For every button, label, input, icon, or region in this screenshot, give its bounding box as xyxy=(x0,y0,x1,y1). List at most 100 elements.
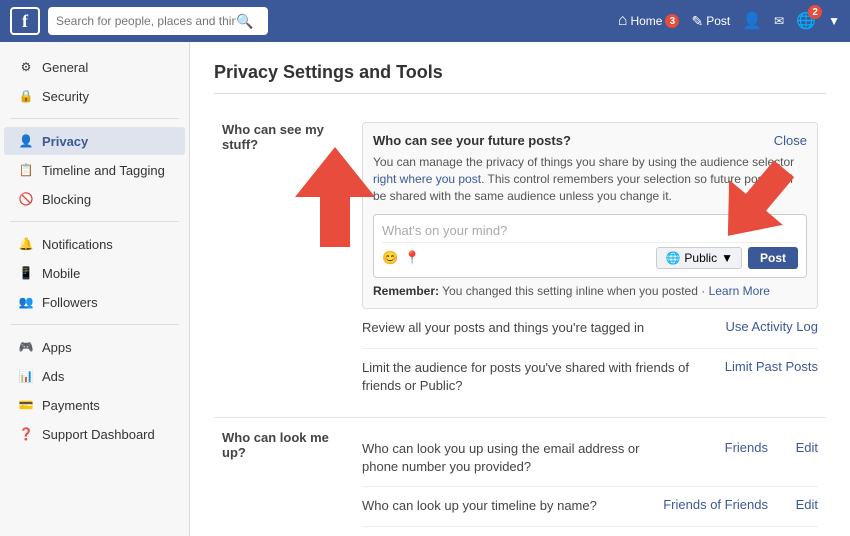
section-label-stuff: Who can see my stuff? xyxy=(214,110,354,417)
edit-icon xyxy=(691,13,703,30)
block-icon: 🚫 xyxy=(18,191,34,207)
sidebar-item-apps[interactable]: 🎮 Apps xyxy=(4,333,185,361)
email-lookup-desc: Who can look you up using the email addr… xyxy=(362,440,658,476)
post-nav-item[interactable]: Post xyxy=(691,13,730,30)
timeline-icon: 📋 xyxy=(18,162,34,178)
friends-nav-icon[interactable]: 👤 xyxy=(742,11,762,31)
name-lookup-row: Who can look up your timeline by name? F… xyxy=(362,487,818,526)
post-label: Post xyxy=(706,14,730,28)
facebook-logo: f xyxy=(10,7,40,35)
activity-log-link[interactable]: Use Activity Log xyxy=(726,319,819,334)
close-future-posts-button[interactable]: Close xyxy=(774,133,807,148)
nav-more-arrow[interactable]: ▼ xyxy=(828,14,840,28)
review-posts-desc: Review all your posts and things you're … xyxy=(362,319,716,337)
message-icon: ✉ xyxy=(774,14,784,28)
lookup-rows-cell: Who can look you up using the email addr… xyxy=(354,417,826,536)
post-button[interactable]: Post xyxy=(748,247,798,269)
future-posts-box: Who can see your future posts? Close You… xyxy=(362,122,818,309)
sidebar-item-timeline[interactable]: 📋 Timeline and Tagging xyxy=(4,156,185,184)
chevron-down-icon: ▼ xyxy=(721,251,733,265)
support-icon: ❓ xyxy=(18,426,34,442)
chevron-down-icon: ▼ xyxy=(828,14,840,28)
future-posts-title: Who can see your future posts? xyxy=(373,133,571,148)
privacy-table: Who can see my stuff? Who can see your f… xyxy=(214,110,826,536)
composer-placeholder: What's on your mind? xyxy=(382,223,798,238)
gear-icon: ⚙ xyxy=(18,59,34,75)
sidebar-divider-2 xyxy=(10,221,179,222)
main-layout: ⚙ General 🔒 Security 👤 Privacy 📋 Timelin… xyxy=(0,42,850,536)
main-content: Privacy Settings and Tools Who can see m… xyxy=(190,42,850,536)
audience-label: Public xyxy=(684,251,717,265)
search-input[interactable] xyxy=(56,14,236,28)
sidebar-item-label: Timeline and Tagging xyxy=(42,163,165,178)
remember-desc: You changed this setting inline when you… xyxy=(439,284,709,298)
home-badge: 3 xyxy=(665,14,679,28)
followers-icon: 👥 xyxy=(18,294,34,310)
limit-past-posts-link[interactable]: Limit Past Posts xyxy=(725,359,818,374)
ads-icon: 📊 xyxy=(18,368,34,384)
learn-more-link[interactable]: Learn More xyxy=(709,284,770,298)
sidebar-item-label: Privacy xyxy=(42,134,88,149)
future-posts-desc: You can manage the privacy of things you… xyxy=(373,154,807,204)
sidebar-item-label: Ads xyxy=(42,369,64,384)
globe-nav-icon[interactable]: 🌐 2 xyxy=(796,11,816,31)
sidebar-item-followers[interactable]: 👥 Followers xyxy=(4,288,185,316)
sidebar-item-label: General xyxy=(42,60,88,75)
mobile-icon: 📱 xyxy=(18,265,34,281)
name-lookup-desc: Who can look up your timeline by name? xyxy=(362,497,648,515)
sidebar-item-label: Blocking xyxy=(42,192,91,207)
email-lookup-value: Friends xyxy=(668,440,778,455)
home-icon xyxy=(618,12,628,30)
email-lookup-row: Who can look you up using the email addr… xyxy=(362,430,818,487)
search-engine-row: Do you want other search engines to link… xyxy=(362,527,818,536)
globe-badge: 2 xyxy=(808,5,822,19)
home-nav-item[interactable]: Home 3 xyxy=(618,12,680,30)
limit-past-desc: Limit the audience for posts you've shar… xyxy=(362,359,715,395)
payments-icon: 💳 xyxy=(18,397,34,413)
sidebar-item-label: Security xyxy=(42,89,89,104)
search-bar[interactable]: 🔍 xyxy=(48,7,268,35)
composer-box[interactable]: What's on your mind? 😊 📍 🌐 Public ▼ xyxy=(373,214,807,278)
future-posts-row: Who can see my stuff? Who can see your f… xyxy=(214,110,826,417)
home-label: Home xyxy=(630,14,662,28)
top-navigation: f 🔍 Home 3 Post 👤 ✉ 🌐 2 ▼ xyxy=(0,0,850,42)
apps-icon: 🎮 xyxy=(18,339,34,355)
location-icon: 📍 xyxy=(404,250,420,266)
people-icon: 👤 xyxy=(742,11,762,31)
privacy-icon: 👤 xyxy=(18,133,34,149)
sidebar-item-notifications[interactable]: 🔔 Notifications xyxy=(4,230,185,258)
composer-actions: 😊 📍 🌐 Public ▼ Post xyxy=(382,242,798,269)
sidebar: ⚙ General 🔒 Security 👤 Privacy 📋 Timelin… xyxy=(0,42,190,536)
section-label-lookup: Who can look me up? xyxy=(214,417,354,536)
sidebar-item-security[interactable]: 🔒 Security xyxy=(4,82,185,110)
name-lookup-edit-link[interactable]: Edit xyxy=(788,497,818,512)
bell-icon: 🔔 xyxy=(18,236,34,252)
audience-selector-button[interactable]: 🌐 Public ▼ xyxy=(656,247,742,269)
limit-past-posts-row: Limit the audience for posts you've shar… xyxy=(362,349,818,405)
sidebar-item-support[interactable]: ❓ Support Dashboard xyxy=(4,420,185,448)
right-where-you-post-link[interactable]: right where you post xyxy=(373,172,481,186)
remember-label: Remember: xyxy=(373,284,439,298)
review-posts-row: Review all your posts and things you're … xyxy=(362,309,818,348)
nav-right: Home 3 Post 👤 ✉ 🌐 2 ▼ xyxy=(618,11,840,31)
future-posts-header: Who can see your future posts? Close xyxy=(373,133,807,148)
sidebar-item-payments[interactable]: 💳 Payments xyxy=(4,391,185,419)
sidebar-item-general[interactable]: ⚙ General xyxy=(4,53,185,81)
lookup-section-row: Who can look me up? Who can look you up … xyxy=(214,417,826,536)
sidebar-item-blocking[interactable]: 🚫 Blocking xyxy=(4,185,185,213)
sidebar-item-label: Support Dashboard xyxy=(42,427,155,442)
sidebar-item-mobile[interactable]: 📱 Mobile xyxy=(4,259,185,287)
sidebar-divider-3 xyxy=(10,324,179,325)
future-posts-cell: Who can see your future posts? Close You… xyxy=(354,110,826,417)
lock-icon: 🔒 xyxy=(18,88,34,104)
sidebar-item-label: Apps xyxy=(42,340,72,355)
sidebar-item-ads[interactable]: 📊 Ads xyxy=(4,362,185,390)
audience-icon: 🌐 xyxy=(665,251,680,265)
email-lookup-edit-link[interactable]: Edit xyxy=(788,440,818,455)
search-icon: 🔍 xyxy=(236,13,253,30)
messages-nav-icon[interactable]: ✉ xyxy=(774,14,784,28)
content-wrapper: Privacy Settings and Tools Who can see m… xyxy=(190,42,850,536)
sidebar-item-privacy[interactable]: 👤 Privacy xyxy=(4,127,185,155)
sidebar-item-label: Notifications xyxy=(42,237,113,252)
sidebar-item-label: Followers xyxy=(42,295,98,310)
